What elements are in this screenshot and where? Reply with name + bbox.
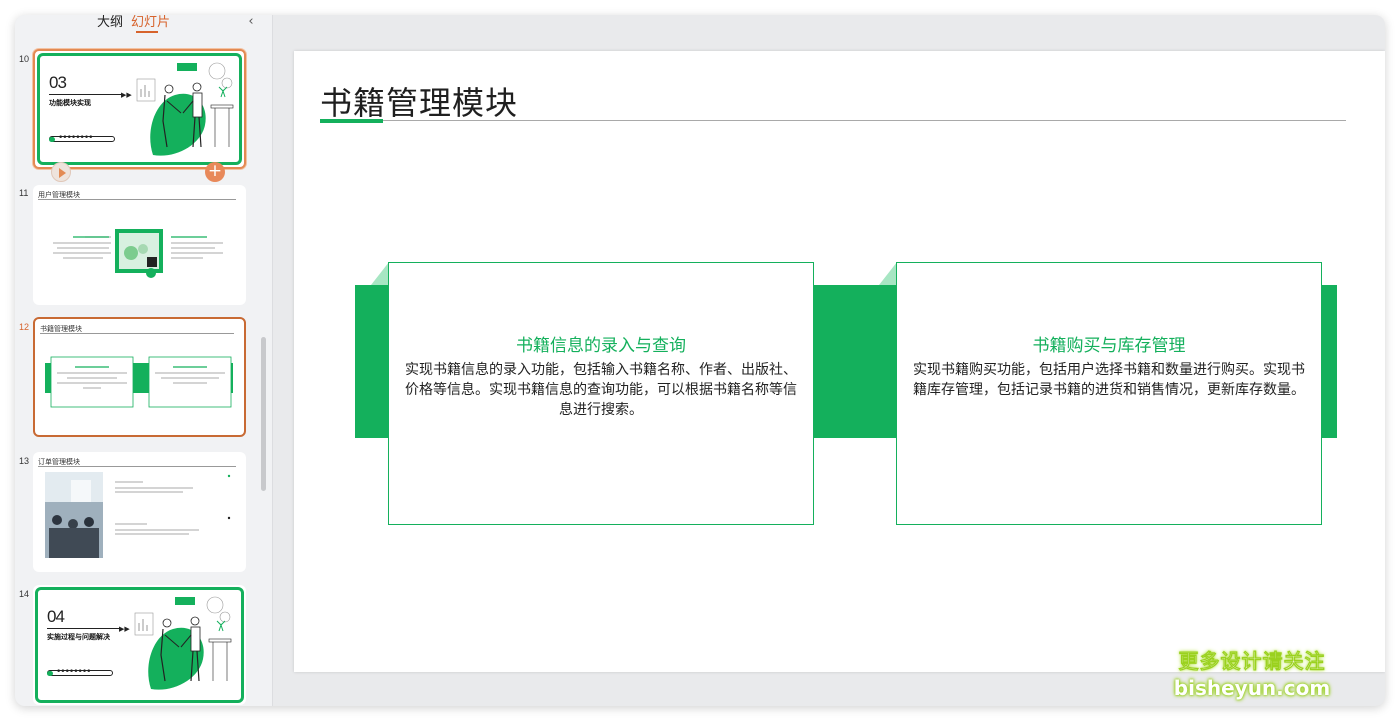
arrow-line <box>47 628 121 629</box>
card-heading: 书籍信息的录入与查询 <box>516 336 686 356</box>
watermark: 更多设计请关注 bisheyun.com <box>1172 645 1332 700</box>
business-handshake-illustration <box>136 62 234 156</box>
thumbnail-content-preview <box>45 472 231 558</box>
panel-tabs: 大纲 幻灯片 ‹ <box>15 15 273 49</box>
slide-thumbnail-14[interactable]: 04 ▶▶ 实施过程与问题解决 •••••••• <box>33 585 246 705</box>
title-accent-bar <box>320 119 383 123</box>
thumbnail-rule <box>38 466 236 467</box>
thumbnail-content-preview <box>53 229 223 278</box>
play-slideshow-button[interactable] <box>51 162 71 182</box>
tab-active-indicator <box>136 31 158 33</box>
section-number: 03 <box>49 73 67 92</box>
thumbnail-rule <box>40 333 234 334</box>
watermark-line2: bisheyun.com <box>1173 676 1331 700</box>
add-slide-button[interactable]: + <box>205 162 225 182</box>
slide-thumbnail-10[interactable]: 03 ▶▶ 功能模块实现 •••••••• <box>33 49 246 169</box>
tab-outline[interactable]: 大纲 <box>97 15 123 31</box>
decor-dot <box>49 137 55 142</box>
section-title: 功能模块实现 <box>49 99 91 107</box>
collapse-panel-icon[interactable]: ‹ <box>243 15 259 31</box>
decor-dot <box>47 671 53 676</box>
thumbnail-scrollbar[interactable] <box>261 337 266 491</box>
arrow-line <box>49 94 123 95</box>
card-body: 实现书籍购买功能，包括用户选择书籍和数量进行购买。实现书籍库存管理，包括记录书籍… <box>913 362 1305 398</box>
app-window: 大纲 幻灯片 ‹ 10 03 ▶▶ 功能模块实现 •••••••• + 11 用… <box>15 15 1385 706</box>
section-number: 04 <box>47 607 65 626</box>
card-body: 实现书籍信息的录入功能，包括输入书籍名称、作者、出版社、价格等信息。实现书籍信息… <box>405 362 797 418</box>
watermark-line1: 更多设计请关注 <box>1178 649 1326 674</box>
title-rule <box>320 120 1346 121</box>
slide-thumbnail-13[interactable]: 订单管理模块 <box>33 452 246 572</box>
section-title: 实施过程与问题解决 <box>47 633 110 641</box>
business-handshake-illustration <box>134 596 232 690</box>
card-fold <box>371 262 389 285</box>
thumbnail-content-preview <box>45 356 233 408</box>
thumbnail-number: 11 <box>19 188 29 198</box>
tab-slides[interactable]: 幻灯片 <box>131 15 170 31</box>
arrow-icon: ▶▶ <box>121 91 132 99</box>
decor-dots: •••••••• <box>49 133 115 143</box>
content-card[interactable]: 书籍购买与库存管理 实现书籍购买功能，包括用户选择书籍和数量进行购买。实现书籍库… <box>896 262 1322 525</box>
thumbnail-number: 13 <box>19 456 30 466</box>
card-fold <box>879 262 897 285</box>
slide-thumbnail-12[interactable]: 书籍管理模块 <box>33 317 246 437</box>
card-heading: 书籍购买与库存管理 <box>1032 336 1186 356</box>
arrow-icon: ▶▶ <box>119 625 130 633</box>
slide-title[interactable]: 书籍管理模块 <box>320 78 518 124</box>
thumbnail-rule <box>38 199 236 200</box>
decor-dots: •••••••• <box>47 667 113 677</box>
thumbnail-number: 10 <box>19 54 30 64</box>
slide-canvas[interactable]: 书籍管理模块 书籍信息的录入与查询 实现书籍信息的录入功能，包括输入书籍名称、作… <box>294 51 1385 672</box>
thumbnail-number: 12 <box>19 322 30 332</box>
slide-thumbnail-panel: 大纲 幻灯片 ‹ 10 03 ▶▶ 功能模块实现 •••••••• + 11 用… <box>15 15 273 706</box>
slide-thumbnail-11[interactable]: 用户管理模块 <box>33 185 246 305</box>
content-card[interactable]: 书籍信息的录入与查询 实现书籍信息的录入功能，包括输入书籍名称、作者、出版社、价… <box>388 262 814 525</box>
thumbnail-number: 14 <box>19 589 30 599</box>
